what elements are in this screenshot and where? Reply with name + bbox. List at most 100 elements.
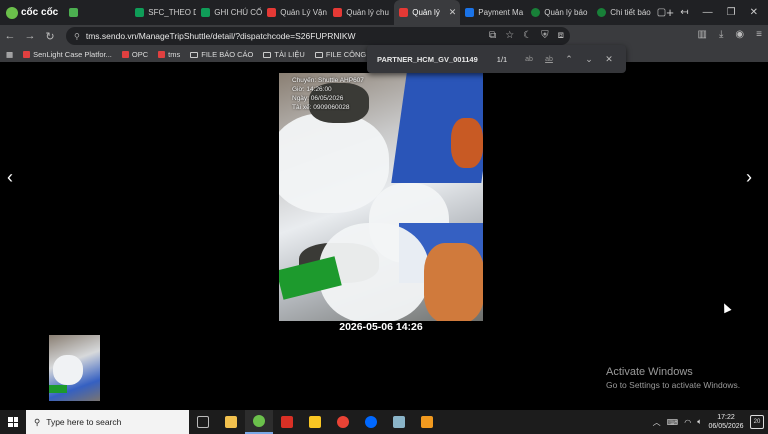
close-find-icon[interactable]: ✕	[599, 54, 619, 65]
thumbnail[interactable]	[49, 335, 100, 401]
find-icon[interactable]: ⧉	[489, 30, 496, 41]
bookmark-label: OPC	[131, 50, 149, 59]
minimize-button[interactable]: —	[703, 7, 713, 18]
activate-windows-notice: Activate Windows Go to Settings to activ…	[606, 366, 740, 390]
sticky-notes-button[interactable]	[301, 410, 329, 434]
folder-icon	[190, 51, 199, 58]
window-controls: ▢ ↤ — ❐ ✕	[657, 0, 768, 25]
find-input[interactable]: PARTNER_HCM_GV_001149	[377, 55, 485, 64]
bookmark-label: FILE BÁO CÁO	[201, 50, 254, 59]
volume-icon[interactable]: 🔈︎	[697, 417, 702, 427]
tab-strip: cốc cốc SFC_THEO D GHI CHÚ CỐ Quản Lý Vậ…	[0, 0, 768, 25]
sendo-icon	[399, 8, 409, 17]
forward-button[interactable]: →	[20, 30, 40, 42]
photo-watermark: Chuyến: Shuttle AHP607 Giờ: 14:26:00 Ngà…	[292, 76, 364, 112]
find-bar: PARTNER_HCM_GV_001149 1/1 ab ab ⌃ ⌄ ✕	[367, 45, 626, 73]
bookmark-star-icon[interactable]: ☆	[505, 30, 514, 41]
site-info-icon[interactable]: ⚲	[74, 32, 80, 41]
zalo-taskbar-button[interactable]	[357, 410, 385, 434]
browser-toolbar: ← → ↻ ⚲ tms.sendo.vn/ManageTripShuttle/d…	[0, 25, 768, 47]
bookmark-label: tms	[168, 50, 181, 59]
watermark-line: Ngày: 06/05/2026	[292, 95, 344, 102]
whole-word-toggle[interactable]: ab	[539, 56, 559, 63]
app-icon	[421, 416, 433, 428]
notepad-taskbar-button[interactable]	[385, 410, 413, 434]
sidebar-icon[interactable]: ▥	[698, 29, 707, 40]
wps-icon	[281, 416, 293, 428]
bookmark-senlight[interactable]: SenLight Case Platfor...	[23, 50, 112, 59]
restore-button[interactable]: ❐	[727, 7, 736, 18]
sheets-icon	[201, 8, 211, 17]
system-tray: ︿ ⌨ ◠ 🔈︎ 17:22 06/05/2026 20	[653, 410, 768, 434]
sendo-icon	[121, 51, 129, 58]
coccoc-logo-icon	[6, 6, 18, 19]
tab-quan-ly-active[interactable]: Quản lý ✕	[394, 0, 461, 25]
sendo-icon	[23, 51, 31, 58]
clock[interactable]: 17:22 06/05/2026	[708, 413, 744, 431]
close-tab-icon[interactable]: ✕	[449, 7, 457, 18]
reload-button[interactable]: ↻	[40, 30, 60, 43]
watermark-line: Chuyến: Shuttle AHP607	[292, 77, 364, 84]
bookmark-folder-bao-cao[interactable]: FILE BÁO CÁO	[190, 50, 253, 59]
download-icon[interactable]: ⤓	[719, 29, 723, 40]
tab-sfc[interactable]: SFC_THEO D	[130, 0, 196, 25]
wifi-icon[interactable]: ◠	[684, 418, 691, 427]
wps-taskbar-button[interactable]	[273, 410, 301, 434]
notification-center-button[interactable]: 20	[750, 415, 764, 429]
tab-payment[interactable]: Payment Ma	[460, 0, 526, 25]
prev-image-button[interactable]: ‹	[7, 167, 13, 188]
notepad-icon	[393, 416, 405, 428]
tray-chevron-icon[interactable]: ︿	[653, 417, 661, 428]
tab-label: Quản lý chu	[346, 8, 389, 17]
coccoc-taskbar-button[interactable]	[245, 410, 273, 434]
folder-icon	[225, 416, 237, 428]
screenshot-icon[interactable]: ▢	[657, 7, 666, 18]
taskbar: ⚲ Type here to search ︿ ⌨ ◠ 🔈︎ 17:22 06/…	[0, 410, 768, 434]
find-next-icon[interactable]: ⌄	[579, 54, 599, 65]
apps-grid-icon[interactable]: ▦	[6, 50, 13, 59]
task-view-icon	[197, 416, 209, 428]
zalo-icon	[365, 416, 377, 428]
next-image-button[interactable]: ›	[746, 167, 752, 188]
trip-photo: Chuyến: Shuttle AHP607 Giờ: 14:26:00 Ngà…	[279, 73, 483, 321]
drive-icon	[69, 8, 79, 17]
search-placeholder: Type here to search	[46, 417, 122, 427]
tab-label: Payment Ma	[478, 8, 524, 17]
close-window-button[interactable]: ✕	[750, 7, 758, 18]
back-button[interactable]: ←	[0, 30, 20, 42]
tab-quan-ly-bao[interactable]: Quản lý báo	[526, 0, 592, 25]
shield-icon[interactable]: ⛨	[541, 30, 549, 41]
tab-quan-ly-van[interactable]: Quản Lý Vận	[262, 0, 328, 25]
dark-mode-icon[interactable]: ☾	[523, 30, 532, 41]
payment-icon	[465, 8, 475, 17]
browser-brand[interactable]: cốc cốc	[0, 0, 64, 25]
tab-quan-ly-chu[interactable]: Quản lý chu	[328, 0, 394, 25]
taskbar-search[interactable]: ⚲ Type here to search	[26, 410, 189, 434]
brand-label: cốc cốc	[21, 7, 59, 18]
bookmark-folder-tai-lieu[interactable]: TÀI LIỆU	[263, 50, 305, 59]
extension-icon[interactable]: ⧈	[558, 30, 564, 41]
bookmark-tms[interactable]: tms	[158, 50, 180, 59]
activate-subtitle: Go to Settings to activate Windows.	[606, 380, 741, 390]
search-icon: ⚲	[34, 416, 41, 427]
file-explorer-button[interactable]	[217, 410, 245, 434]
mouse-cursor	[720, 301, 732, 314]
menu-icon[interactable]: ≡	[756, 29, 762, 40]
bookmark-opc[interactable]: OPC	[121, 50, 149, 59]
tab-chi-tiet-bao[interactable]: Chi tiết báo	[592, 0, 658, 25]
tab-ghi-chu[interactable]: GHI CHÚ CỐ	[196, 0, 262, 25]
address-bar-icons: ⧉ ☆ ☾ ⛨ ⧈	[489, 30, 564, 41]
profile-icon[interactable]: ◉	[735, 29, 744, 40]
find-previous-icon[interactable]: ⌃	[559, 54, 579, 65]
task-view-button[interactable]	[189, 410, 217, 434]
windows-logo-icon	[8, 417, 18, 427]
match-case-toggle[interactable]: ab	[519, 56, 539, 63]
history-icon[interactable]: ↤	[680, 7, 688, 18]
tab-drive[interactable]	[64, 0, 130, 25]
start-button[interactable]	[0, 410, 26, 434]
chrome-taskbar-button[interactable]	[329, 410, 357, 434]
orange-app-button[interactable]	[413, 410, 441, 434]
address-bar[interactable]: ⚲ tms.sendo.vn/ManageTripShuttle/detail/…	[66, 27, 570, 45]
keyboard-icon[interactable]: ⌨	[667, 418, 679, 427]
url-text: tms.sendo.vn/ManageTripShuttle/detail/?d…	[85, 31, 356, 41]
